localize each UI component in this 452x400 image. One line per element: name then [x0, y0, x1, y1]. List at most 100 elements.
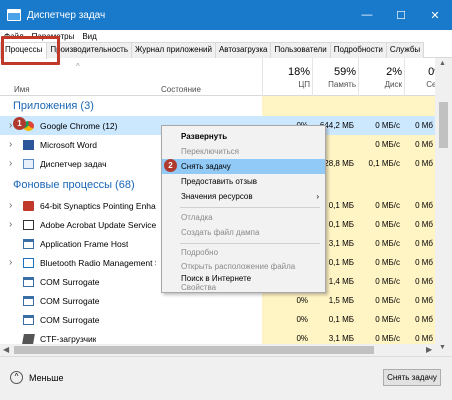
memory-value: 3,1 МБ	[328, 334, 354, 343]
menu-item-expand[interactable]: Развернуть	[162, 129, 325, 144]
process-name: Application Frame Host	[40, 238, 129, 249]
bluetooth-icon	[23, 257, 34, 268]
disk-label: Диск	[384, 80, 402, 89]
end-task-button[interactable]: Снять задачу	[383, 369, 441, 386]
menu-item-properties[interactable]: Свойства	[162, 282, 325, 293]
process-name: Adobe Acrobat Update Service (...	[40, 219, 156, 230]
network-value: 0 Мб	[415, 121, 433, 130]
network-value: 0 Мб	[415, 258, 433, 267]
title-bar: Диспетчер задач — ☐ ✕	[0, 0, 452, 30]
menu-item-create-dump[interactable]: Создать файл дампа	[162, 225, 325, 240]
process-name: 64-bit Synaptics Pointing Enhan...	[40, 200, 156, 211]
fewer-details-label: Меньше	[29, 372, 64, 383]
disk-value: 0 МБ/с	[375, 277, 400, 286]
horizontal-scroll-thumb[interactable]	[14, 346, 374, 354]
scroll-down-icon[interactable]: ▼	[439, 344, 446, 351]
process-name: Google Chrome (12)	[40, 120, 118, 131]
menu-bar: Файл Параметры Вид	[0, 30, 452, 42]
collapse-chevron-icon: ^	[10, 371, 23, 384]
process-name: COM Surrogate	[40, 276, 100, 287]
network-value: 0 Мб	[415, 220, 433, 229]
minimize-button[interactable]: —	[350, 0, 384, 30]
tab-users[interactable]: Пользователи	[270, 42, 331, 58]
column-status[interactable]: Состояние	[161, 85, 201, 94]
network-value: 0 Мб	[415, 140, 433, 149]
disk-value: 0 МБ/с	[375, 334, 400, 343]
disk-value: 0 МБ/с	[375, 296, 400, 305]
scroll-up-icon[interactable]: ▲	[439, 60, 446, 67]
table-row[interactable]: CTF-загрузчик 0% 3,1 МБ 0 МБ/с 0 Мб	[0, 329, 435, 344]
close-button[interactable]: ✕	[418, 0, 452, 30]
network-value: 0 Мб	[415, 159, 433, 168]
network-value: 0 Мб	[415, 239, 433, 248]
table-row[interactable]: COM Surrogate 0% 0,1 МБ 0 МБ/с 0 Мб	[0, 310, 435, 329]
scroll-left-icon[interactable]: ◀	[3, 344, 9, 356]
disk-value: 0 МБ/с	[375, 201, 400, 210]
app-window-icon	[23, 238, 34, 249]
column-cpu[interactable]: 18% ЦП	[262, 66, 310, 89]
process-name: Диспетчер задач	[40, 158, 107, 169]
menu-item-resource-values[interactable]: Значения ресурсов ›	[162, 189, 325, 204]
menu-item-details[interactable]: Подробно	[162, 245, 325, 260]
expand-chevron-icon[interactable]: ›	[9, 200, 12, 211]
disk-value: 0 МБ/с	[375, 239, 400, 248]
menu-separator	[180, 207, 320, 208]
vertical-scroll-thumb[interactable]	[439, 102, 448, 148]
footer-bar: ^ Меньше Снять задачу	[0, 356, 452, 400]
tab-details[interactable]: Подробности	[329, 42, 387, 58]
expand-chevron-icon[interactable]: ›	[9, 120, 12, 131]
process-name: Microsoft Word	[40, 139, 97, 150]
word-icon	[23, 139, 34, 150]
tab-startup[interactable]: Автозагрузка	[214, 42, 272, 58]
column-name[interactable]: Имя	[14, 85, 30, 94]
memory-value: 0,1 МБ	[328, 315, 354, 324]
section-apps: Приложения (3)	[13, 100, 94, 112]
column-disk[interactable]: 2% Диск	[358, 66, 402, 89]
expand-chevron-icon[interactable]: ›	[9, 219, 12, 230]
process-name: COM Surrogate	[40, 314, 100, 325]
expand-chevron-icon[interactable]: ›	[9, 139, 12, 150]
tab-app-history[interactable]: Журнал приложений	[131, 42, 216, 58]
disk-value: 0,1 МБ/с	[368, 159, 400, 168]
cpu-value: 0%	[296, 315, 308, 324]
section-background: Фоновые процессы (68)	[13, 179, 135, 191]
column-memory[interactable]: 59% Память	[312, 66, 356, 89]
menu-item-end-task[interactable]: Снять задачу	[162, 159, 325, 174]
disk-percent: 2%	[386, 66, 402, 78]
disk-value: 0 МБ/с	[375, 121, 400, 130]
expand-chevron-icon[interactable]: ›	[9, 257, 12, 268]
acrobat-icon	[23, 219, 34, 230]
synaptics-icon	[23, 200, 34, 211]
network-value: 0 Мб	[415, 296, 433, 305]
submenu-arrow-icon: ›	[316, 192, 319, 201]
menu-item-feedback[interactable]: Предоставить отзыв	[162, 174, 325, 189]
column-header: ^ Имя Состояние 18% ЦП 59% Память 2% Дис…	[0, 58, 452, 96]
tab-services[interactable]: Службы	[385, 42, 425, 58]
fewer-details-button[interactable]: ^ Меньше	[10, 371, 64, 384]
process-name: COM Surrogate	[40, 295, 100, 306]
expand-chevron-icon[interactable]: ›	[9, 158, 12, 169]
memory-percent: 59%	[333, 66, 356, 78]
context-menu: Развернуть Переключиться Снять задачу Пр…	[161, 125, 326, 293]
cpu-value: 0%	[296, 334, 308, 343]
menu-item-debug[interactable]: Отладка	[162, 210, 325, 225]
menu-item-label: Значения ресурсов	[181, 192, 253, 201]
process-name: CTF-загрузчик	[40, 333, 97, 344]
vertical-scrollbar[interactable]: ▲ ▼	[435, 58, 452, 356]
menu-separator	[180, 243, 320, 244]
maximize-button[interactable]: ☐	[384, 0, 418, 30]
step-badge-2: 2	[164, 159, 177, 172]
menu-item-switch-to[interactable]: Переключиться	[162, 144, 325, 159]
window-title: Диспетчер задач	[27, 9, 106, 21]
cpu-label: ЦП	[298, 80, 310, 89]
menu-view[interactable]: Вид	[82, 32, 96, 41]
table-row[interactable]: COM Surrogate 0% 1,5 МБ 0 МБ/с 0 Мб	[0, 291, 435, 310]
step-badge-1: 1	[13, 117, 26, 130]
horizontal-scrollbar[interactable]: ◀ ▶	[0, 344, 435, 356]
task-manager-app-icon	[7, 9, 21, 21]
scroll-right-icon[interactable]: ▶	[426, 344, 432, 356]
disk-value: 0 МБ/с	[375, 315, 400, 324]
disk-value: 0 МБ/с	[375, 220, 400, 229]
app-window-icon	[23, 295, 34, 306]
network-value: 0 Мб	[415, 315, 433, 324]
